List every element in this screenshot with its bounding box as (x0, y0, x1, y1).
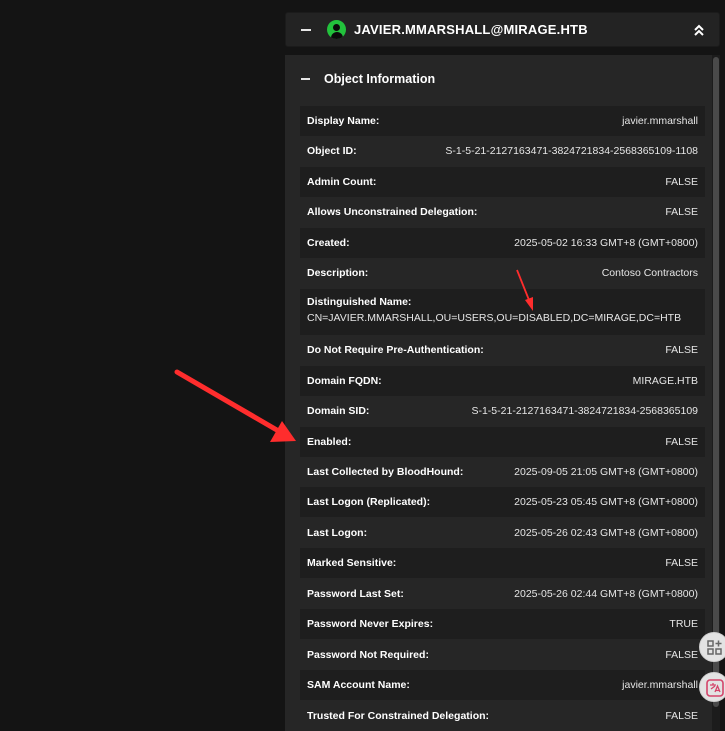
property-label: Allows Unconstrained Delegation: (307, 206, 478, 218)
property-row-password-never-expires: Password Never Expires: TRUE (300, 609, 705, 639)
property-label: Last Collected by BloodHound: (307, 466, 464, 478)
property-row-last-collected: Last Collected by BloodHound: 2025-09-05… (300, 457, 705, 487)
property-value: Contoso Contractors (601, 267, 698, 279)
property-label: Do Not Require Pre-Authentication: (307, 344, 484, 356)
property-label: Created: (307, 237, 350, 249)
property-label: Enabled: (307, 436, 352, 448)
property-row-password-not-required: Password Not Required: FALSE (300, 640, 705, 670)
property-label: Last Logon (Replicated): (307, 496, 431, 508)
property-value: CN=JAVIER.MMARSHALL,OU=USERS,OU=DISABLED… (307, 312, 682, 324)
property-label: Password Not Required: (307, 649, 429, 661)
property-value: FALSE (665, 710, 698, 722)
property-value: S-1-5-21-2127163471-3824721834-256836510… (445, 145, 698, 157)
property-value: FALSE (665, 436, 698, 448)
property-row-description: Description: Contoso Contractors (300, 258, 705, 288)
property-label: Admin Count: (307, 176, 377, 188)
property-value: 2025-05-23 05:45 GMT+8 (GMT+0800) (514, 496, 698, 508)
scrollbar-thumb[interactable] (713, 57, 719, 707)
property-label: SAM Account Name: (307, 679, 410, 691)
property-row-domain-sid: Domain SID: S-1-5-21-2127163471-38247218… (300, 396, 705, 426)
property-value: 2025-05-02 16:33 GMT+8 (GMT+0800) (514, 237, 698, 249)
property-value: FALSE (665, 206, 698, 218)
node-title: JAVIER.MMARSHALL@MIRAGE.HTB (354, 22, 588, 37)
property-value: FALSE (665, 557, 698, 569)
property-label: Last Logon: (307, 527, 368, 539)
property-label: Description: (307, 267, 369, 279)
property-label: Marked Sensitive: (307, 557, 397, 569)
property-row-password-last-set: Password Last Set: 2025-05-26 02:44 GMT+… (300, 579, 705, 609)
property-value: 2025-05-26 02:44 GMT+8 (GMT+0800) (514, 588, 698, 600)
property-row-display-name: Display Name: javier.mmarshall (300, 106, 705, 136)
property-value: 2025-05-26 02:43 GMT+8 (GMT+0800) (514, 527, 698, 539)
property-label: Display Name: (307, 115, 380, 127)
double-chevron-up-icon[interactable] (692, 22, 706, 38)
property-row-created: Created: 2025-05-02 16:33 GMT+8 (GMT+080… (300, 228, 705, 258)
property-label: Trusted For Constrained Delegation: (307, 710, 490, 722)
property-row-object-id: Object ID: S-1-5-21-2127163471-382472183… (300, 136, 705, 166)
property-label: Domain FQDN: (307, 375, 382, 387)
property-label: Distinguished Name: (307, 296, 412, 308)
property-row-admin-count: Admin Count: FALSE (300, 167, 705, 197)
property-value: S-1-5-21-2127163471-3824721834-256836510… (471, 405, 698, 417)
grid-apps-icon[interactable] (699, 632, 725, 662)
property-value: javier.mmarshall (622, 115, 698, 127)
property-value: FALSE (665, 649, 698, 661)
translate-icon[interactable] (699, 672, 725, 702)
annotation-arrow-enabled (174, 369, 285, 436)
property-label: Object ID: (307, 145, 357, 157)
property-value: 2025-09-05 21:05 GMT+8 (GMT+0800) (514, 466, 698, 478)
property-row-last-logon: Last Logon: 2025-05-26 02:43 GMT+8 (GMT+… (300, 518, 705, 548)
property-row-domain-fqdn: Domain FQDN: MIRAGE.HTB (300, 366, 705, 396)
property-label: Password Never Expires: (307, 618, 434, 630)
property-value: TRUE (669, 618, 698, 630)
property-value: MIRAGE.HTB (632, 375, 698, 387)
property-value: FALSE (665, 344, 698, 356)
section-title[interactable]: Object Information (324, 72, 435, 86)
property-row-marked-sensitive: Marked Sensitive: FALSE (300, 548, 705, 578)
property-label: Password Last Set: (307, 588, 404, 600)
node-header[interactable]: JAVIER.MMARSHALL@MIRAGE.HTB (285, 12, 720, 47)
minus-icon[interactable] (301, 29, 311, 31)
property-row-unconstrained-delegation: Allows Unconstrained Delegation: FALSE (300, 197, 705, 227)
property-row-distinguished-name: Distinguished Name: CN=JAVIER.MMARSHALL,… (300, 289, 705, 335)
property-value: FALSE (665, 176, 698, 188)
property-row-last-logon-replicated: Last Logon (Replicated): 2025-05-23 05:4… (300, 487, 705, 517)
property-row-enabled: Enabled: FALSE (300, 427, 705, 457)
property-value: javier.mmarshall (622, 679, 698, 691)
property-row-trusted-constrained-delegation: Trusted For Constrained Delegation: FALS… (300, 701, 705, 731)
minus-icon[interactable] (301, 78, 310, 80)
property-row-no-preauth: Do Not Require Pre-Authentication: FALSE (300, 335, 705, 365)
property-row-sam-account-name: SAM Account Name: javier.mmarshall (300, 670, 705, 700)
property-label: Domain SID: (307, 405, 370, 417)
user-circle-icon (327, 20, 346, 39)
